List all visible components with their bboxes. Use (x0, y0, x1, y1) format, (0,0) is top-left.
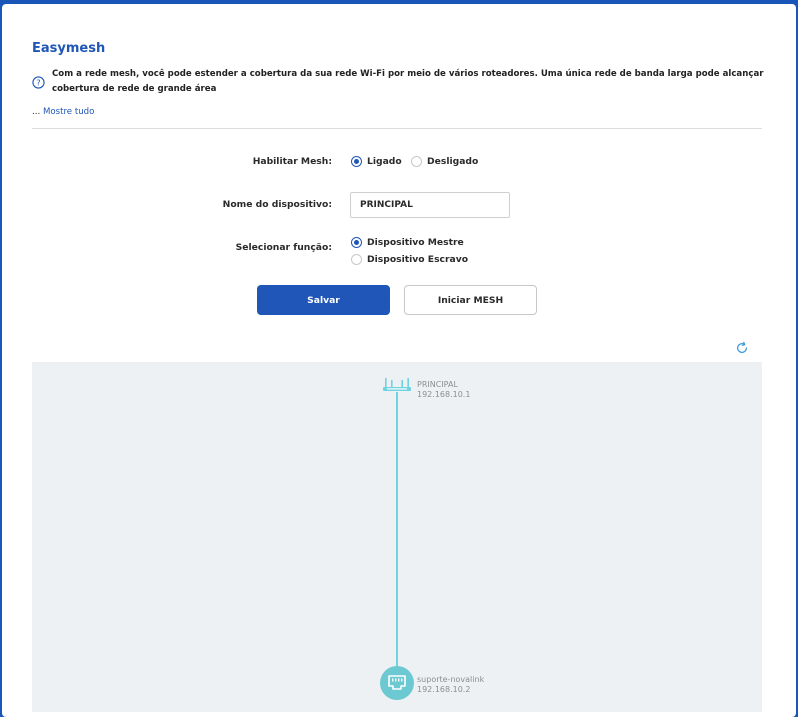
start-mesh-button[interactable]: Iniciar MESH (404, 285, 537, 315)
ethernet-node-icon (388, 675, 406, 690)
refresh-icon[interactable] (735, 341, 749, 355)
show-all-prefix: ... (32, 107, 41, 117)
master-node-name: PRINCIPAL (417, 380, 458, 389)
router-icon[interactable] (382, 376, 412, 396)
master-node-label: PRINCIPAL 192.168.10.1 (417, 380, 470, 400)
satellite-node-ip: 192.168.10.2 (417, 685, 471, 694)
mesh-off-label[interactable]: Desligado (427, 156, 478, 167)
mesh-description: Com a rede mesh, você pode estender a co… (52, 69, 764, 94)
satellite-node-label: suporte-novalink 192.168.10.2 (417, 675, 484, 695)
label-colon: : (328, 242, 332, 253)
save-button[interactable]: Salvar (257, 285, 390, 315)
help-icon[interactable]: ? (32, 76, 45, 89)
satellite-node-name: suporte-novalink (417, 675, 485, 684)
mesh-off-radio[interactable] (411, 156, 422, 167)
enable-mesh-label-text: Habilitar Mesh (252, 156, 329, 167)
role-label: Selecionar função: (132, 242, 332, 253)
show-all-link[interactable]: ... Mostre tudo (32, 107, 94, 117)
mesh-on-radio[interactable] (351, 156, 362, 167)
easymesh-panel: Easymesh ? Com a rede mesh, você pode es… (2, 4, 796, 717)
device-name-label-text: Nome do dispositivo (222, 199, 329, 210)
device-name-label: Nome do dispositivo: (132, 199, 332, 210)
page-title: Easymesh (32, 41, 106, 56)
divider (32, 128, 762, 129)
satellite-node[interactable] (380, 666, 414, 700)
label-colon: : (328, 156, 332, 167)
label-colon: : (328, 199, 332, 210)
role-master-radio[interactable] (351, 237, 362, 248)
role-slave-label[interactable]: Dispositivo Escravo (367, 254, 468, 265)
master-node-ip: 192.168.10.1 (417, 390, 471, 399)
show-all-label: Mostre tudo (42, 107, 95, 117)
mesh-on-label[interactable]: Ligado (367, 156, 402, 167)
svg-text:?: ? (36, 77, 40, 87)
role-slave-radio[interactable] (351, 254, 362, 265)
enable-mesh-label: Habilitar Mesh: (132, 156, 332, 167)
role-label-text: Selecionar função (235, 242, 329, 253)
mesh-link-line (396, 392, 398, 682)
role-master-label[interactable]: Dispositivo Mestre (367, 237, 464, 248)
mesh-topology-map: PRINCIPAL 192.168.10.1 suporte-novalink … (32, 362, 762, 712)
device-name-input[interactable] (350, 192, 510, 218)
